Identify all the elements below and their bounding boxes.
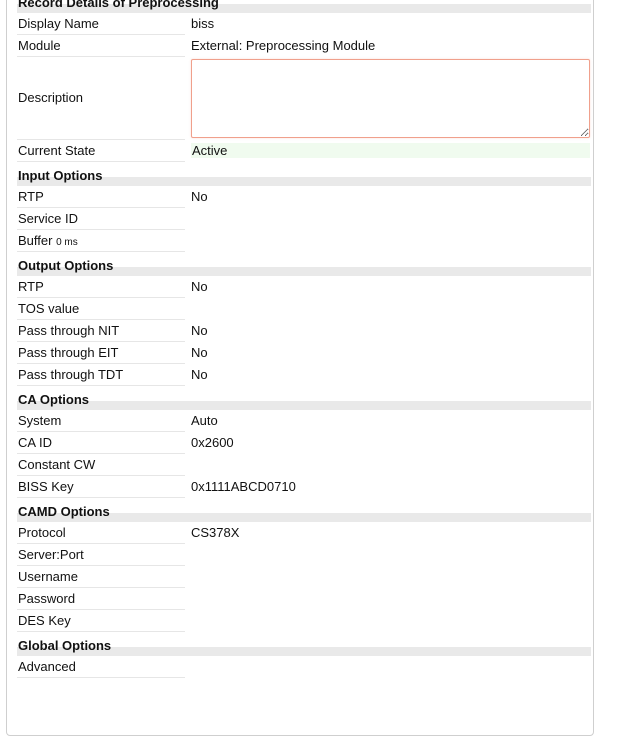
- module-label: Module: [17, 35, 185, 57]
- tos-label: TOS value: [17, 298, 185, 320]
- protocol-label: Protocol: [17, 522, 185, 544]
- row-ca-id: CA ID 0x2600: [17, 432, 591, 454]
- output-rtp-value: No: [191, 279, 208, 294]
- display-name-value: biss: [191, 16, 215, 31]
- biss-key-label: BISS Key: [17, 476, 185, 498]
- section-output-options: Output Options: [17, 252, 591, 276]
- buffer-label: Buffer: [18, 233, 53, 248]
- row-tos: TOS value: [17, 298, 591, 320]
- row-service-id: Service ID: [17, 208, 591, 230]
- row-protocol: Protocol CS378X: [17, 522, 591, 544]
- display-name-label: Display Name: [17, 13, 185, 35]
- ca-system-value: Auto: [191, 413, 218, 428]
- pass-tdt-value: No: [191, 367, 208, 382]
- row-description: Description: [17, 57, 591, 140]
- record-details-panel: Record Details of Preprocessing Display …: [6, 0, 594, 736]
- row-display-name: Display Name biss: [17, 13, 591, 35]
- row-buffer: Buffer 0 ms: [17, 230, 591, 252]
- biss-key-value: 0x1111ABCD0710: [191, 479, 296, 494]
- protocol-value: CS378X: [191, 525, 240, 540]
- section-title: Global Options: [18, 638, 112, 653]
- output-rtp-label: RTP: [17, 276, 185, 298]
- service-id-label: Service ID: [17, 208, 185, 230]
- pass-tdt-label: Pass through TDT: [17, 364, 185, 386]
- password-label: Password: [17, 588, 185, 610]
- row-output-rtp: RTP No: [17, 276, 591, 298]
- advanced-label: Advanced: [17, 656, 185, 678]
- description-label: Description: [17, 57, 185, 140]
- ca-id-value: 0x2600: [191, 435, 234, 450]
- row-password: Password: [17, 588, 591, 610]
- buffer-value: 0 ms: [56, 237, 78, 248]
- section-title: Record Details of Preprocessing: [18, 0, 219, 10]
- current-state-value: Active: [191, 143, 590, 158]
- row-pass-nit: Pass through NIT No: [17, 320, 591, 342]
- pass-nit-label: Pass through NIT: [17, 320, 185, 342]
- section-camd-options: CAMD Options: [17, 498, 591, 522]
- row-current-state: Current State Active: [17, 140, 591, 162]
- buffer-label-cell: Buffer 0 ms: [17, 230, 185, 252]
- username-label: Username: [17, 566, 185, 588]
- module-value: External: Preprocessing Module: [191, 38, 376, 53]
- row-input-rtp: RTP No: [17, 186, 591, 208]
- input-rtp-value: No: [191, 189, 208, 204]
- section-ca-options: CA Options: [17, 386, 591, 410]
- row-module: Module External: Preprocessing Module: [17, 35, 591, 57]
- section-title: Output Options: [18, 258, 114, 273]
- ca-system-label: System: [17, 410, 185, 432]
- row-des-key: DES Key: [17, 610, 591, 632]
- section-title: CA Options: [18, 392, 90, 407]
- section-title: Input Options: [18, 168, 103, 183]
- description-textarea[interactable]: [191, 59, 590, 138]
- section-bar: [17, 177, 591, 186]
- input-rtp-label: RTP: [17, 186, 185, 208]
- row-constant-cw: Constant CW: [17, 454, 591, 476]
- section-record-details: Record Details of Preprocessing: [17, 0, 591, 13]
- des-key-label: DES Key: [17, 610, 185, 632]
- ca-id-label: CA ID: [17, 432, 185, 454]
- section-title: CAMD Options: [18, 504, 110, 519]
- row-pass-eit: Pass through EIT No: [17, 342, 591, 364]
- section-input-options: Input Options: [17, 162, 591, 186]
- pass-nit-value: No: [191, 323, 208, 338]
- row-advanced: Advanced: [17, 656, 591, 678]
- section-global-options: Global Options: [17, 632, 591, 656]
- pass-eit-label: Pass through EIT: [17, 342, 185, 364]
- row-server-port: Server:Port: [17, 544, 591, 566]
- row-ca-system: System Auto: [17, 410, 591, 432]
- section-bar: [17, 401, 591, 410]
- row-biss-key: BISS Key 0x1111ABCD0710: [17, 476, 591, 498]
- constant-cw-label: Constant CW: [17, 454, 185, 476]
- row-username: Username: [17, 566, 591, 588]
- record-details-content: Record Details of Preprocessing Display …: [17, 0, 591, 678]
- pass-eit-value: No: [191, 345, 208, 360]
- current-state-label: Current State: [17, 140, 185, 162]
- row-pass-tdt: Pass through TDT No: [17, 364, 591, 386]
- server-port-label: Server:Port: [17, 544, 185, 566]
